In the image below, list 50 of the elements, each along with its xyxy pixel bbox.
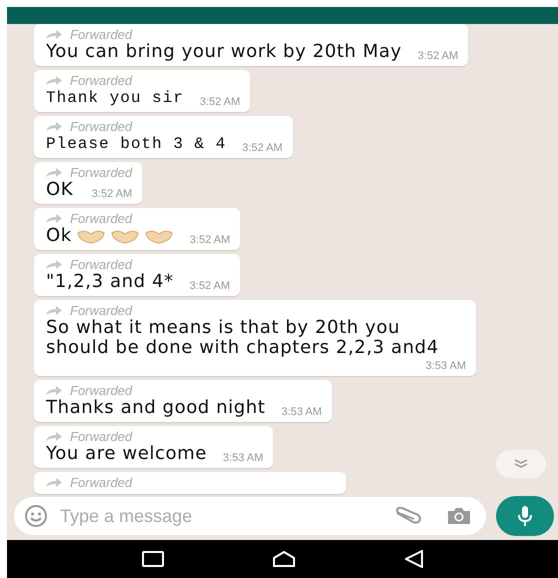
forward-arrow-icon — [46, 478, 62, 487]
microphone-button[interactable] — [496, 496, 554, 536]
message-text: "1,2,3 and 4* — [46, 272, 174, 292]
message-text: Thank you sir — [46, 88, 184, 108]
message-time: 3:53 AM — [222, 451, 264, 464]
forwarded-label: Forwarded — [70, 429, 132, 444]
message-text: Thanks and good night — [46, 398, 266, 418]
camera-icon[interactable] — [446, 506, 472, 526]
forwarded-label: Forwarded — [70, 73, 132, 88]
message-time: 3:52 AM — [190, 233, 230, 246]
message-field[interactable]: Type a message — [14, 497, 486, 535]
forwarded-label: Forwarded — [70, 211, 132, 226]
message-text: Please both 3 & 4 — [46, 134, 226, 154]
forward-arrow-icon — [46, 306, 62, 315]
message-time: 3:53 AM — [426, 359, 466, 372]
message-time: 3:52 AM — [418, 49, 458, 62]
forwarded-label: Forwarded — [70, 27, 132, 42]
forward-arrow-icon — [46, 260, 62, 269]
scroll-down-button[interactable] — [496, 450, 546, 478]
message-text: So what it means is that by 20th you should be done with chapters 2,2,3 and4 — [46, 318, 440, 358]
smiley-icon — [24, 504, 48, 528]
forward-arrow-icon — [46, 214, 62, 223]
forward-arrow-icon — [46, 386, 62, 395]
home-icon[interactable] — [273, 551, 296, 567]
message-time: 3:52 AM — [200, 95, 240, 108]
forward-arrow-icon — [46, 30, 62, 39]
forward-arrow-icon — [46, 122, 62, 131]
forward-arrow-icon — [46, 432, 62, 441]
double-chevron-icon — [514, 459, 528, 469]
forwarded-label: Forwarded — [70, 257, 132, 272]
message-text: You are welcome — [46, 444, 207, 464]
forwarded-label: Forwarded — [70, 303, 132, 318]
back-icon[interactable] — [405, 550, 424, 568]
forwarded-label: Forwarded — [70, 475, 132, 490]
message-time: 3:52 AM — [190, 279, 230, 292]
message-time: 3:53 AM — [281, 405, 322, 418]
forward-arrow-icon — [46, 168, 62, 177]
forwarded-label: Forwarded — [70, 119, 132, 134]
message-text: Ok — [46, 226, 72, 246]
message-input[interactable]: Type a message — [58, 504, 384, 528]
recents-icon[interactable] — [142, 551, 164, 567]
message-time: 3:52 AM — [92, 187, 132, 200]
forwarded-label: Forwarded — [70, 383, 132, 398]
forwarded-label: Forwarded — [70, 165, 132, 180]
paperclip-icon[interactable] — [394, 507, 422, 525]
message-text: You can bring your work by 20th May — [46, 42, 402, 62]
forward-arrow-icon — [46, 76, 62, 85]
microphone-icon — [517, 505, 533, 527]
message-time: 3:52 AM — [242, 141, 283, 154]
message-text: OK — [46, 180, 74, 200]
